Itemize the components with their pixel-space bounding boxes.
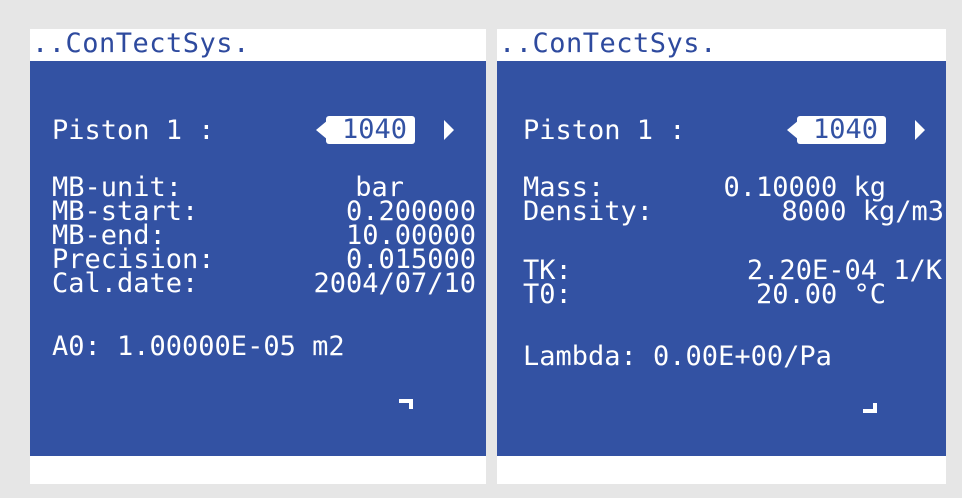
return-up-left-icon xyxy=(863,403,877,413)
lambda-line: Lambda: 0.00E+00/Pa xyxy=(523,341,832,372)
area-line: A0: 1.00000E-05 m2 xyxy=(52,331,345,362)
param-value: 2004/07/10 xyxy=(313,268,476,299)
piston-value: 1040 xyxy=(326,116,416,144)
piston-value: 1040 xyxy=(797,116,887,144)
return-down-left-icon xyxy=(399,399,413,409)
t0-value: 20.00 °C xyxy=(755,279,886,310)
density-label: Density: xyxy=(523,196,654,227)
footer-bar xyxy=(497,456,946,484)
screen-left: ..ConTectSys. Piston 1 : 1040 MB-unit: b… xyxy=(30,29,486,484)
piston-selector[interactable]: 1040 xyxy=(316,116,458,144)
piston-selector[interactable]: 1040 xyxy=(787,116,929,144)
next-arrow-icon[interactable] xyxy=(915,120,925,140)
t0-label: T0: xyxy=(523,279,572,310)
piston-label: Piston 1 : xyxy=(523,115,686,146)
density-value: 8000 kg/m3 xyxy=(781,196,944,227)
next-arrow-icon[interactable] xyxy=(444,120,454,140)
panel-left: Piston 1 : 1040 MB-unit: bar MB-start: 0… xyxy=(30,61,486,456)
footer-bar xyxy=(30,456,486,484)
title-bar: ..ConTectSys. xyxy=(499,29,717,59)
param-label: Cal.date: xyxy=(52,268,199,299)
screen-right: ..ConTectSys. Piston 1 : 1040 Mass: 0.10… xyxy=(497,29,946,484)
piston-label: Piston 1 : xyxy=(52,115,215,146)
title-bar: ..ConTectSys. xyxy=(32,29,250,59)
panel-right: Piston 1 : 1040 Mass: 0.10000 kg Density… xyxy=(497,61,946,456)
